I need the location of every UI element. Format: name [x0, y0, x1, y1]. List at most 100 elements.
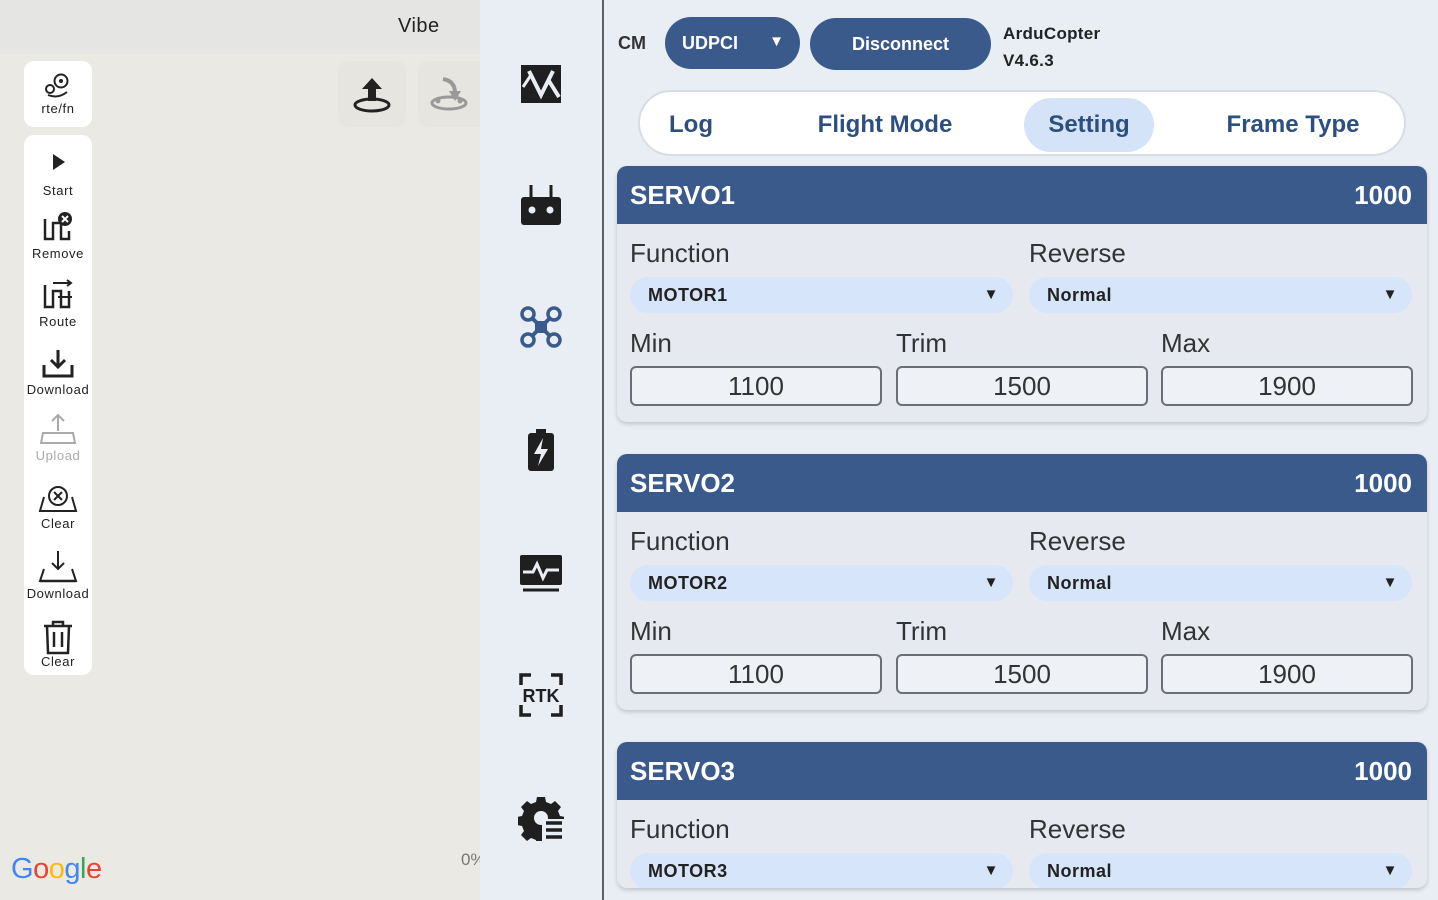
map-top-bar: Vibe	[0, 0, 480, 54]
max-input[interactable]: 1900	[1161, 366, 1413, 406]
min-label: Min	[630, 328, 672, 358]
reverse-value: Normal	[1047, 860, 1113, 881]
download-button[interactable]: Download	[24, 347, 92, 397]
map-view[interactable]: Vibe rte/fn Start Remove Route Download …	[0, 0, 486, 900]
rte-fn-button[interactable]: rte/fn	[24, 61, 92, 127]
servo-name: SERVO2	[630, 467, 736, 498]
dropdown-arrow-icon: ▼	[1382, 286, 1398, 303]
dropdown-arrow-icon: ▼	[1382, 862, 1398, 879]
upload-mission-icon	[353, 78, 391, 113]
drone-icon	[520, 306, 562, 348]
rail-settings-button[interactable]	[518, 795, 564, 841]
remote-controller-icon	[521, 185, 561, 225]
rail-monitor-button[interactable]	[518, 549, 564, 595]
function-label: Function	[630, 526, 730, 556]
servo-card: SERVO2 1000 Function Reverse MOTOR2 ▼ No…	[617, 454, 1427, 710]
upload-button[interactable]: Upload	[24, 413, 92, 463]
servo-output-value: 1000	[1354, 179, 1412, 210]
connection-type-select[interactable]: UDPCI ▼	[665, 17, 800, 69]
max-label: Max	[1161, 328, 1211, 358]
tab-frame-type[interactable]: Frame Type	[1218, 98, 1368, 152]
function-label: Function	[630, 238, 730, 268]
start-button[interactable]: Start	[24, 149, 92, 198]
google-logo: Google	[11, 853, 102, 886]
tool-label: Remove	[31, 246, 84, 261]
min-input[interactable]: 1100	[630, 366, 882, 406]
reverse-label: Reverse	[1029, 238, 1126, 268]
clear-all-button[interactable]: Clear	[24, 619, 92, 669]
rail-battery-button[interactable]	[518, 427, 564, 473]
max-input[interactable]: 1900	[1161, 654, 1413, 694]
reverse-select[interactable]: Normal ▼	[1029, 853, 1412, 888]
function-select[interactable]: MOTOR3 ▼	[630, 853, 1013, 888]
download-icon	[42, 350, 74, 378]
rail-drone-button[interactable]	[518, 304, 564, 350]
download-tray-icon	[38, 551, 78, 583]
route-remove-icon	[43, 212, 72, 241]
reverse-label: Reverse	[1029, 814, 1126, 844]
dropdown-arrow-icon: ▼	[769, 33, 784, 50]
dropdown-arrow-icon: ▼	[1382, 574, 1398, 591]
min-label: Min	[630, 616, 672, 646]
landing-button[interactable]	[418, 61, 480, 127]
monitor-icon	[520, 555, 562, 592]
side-icon-rail: RTK	[480, 0, 602, 900]
google-logo-letter: g	[64, 853, 80, 885]
servo-output-value: 1000	[1354, 755, 1412, 786]
servo-header: SERVO3 1000	[617, 742, 1427, 800]
trash-icon	[44, 620, 72, 655]
reverse-label: Reverse	[1029, 526, 1126, 556]
min-input[interactable]: 1100	[630, 654, 882, 694]
servo-card: SERVO1 1000 Function Reverse MOTOR1 ▼ No…	[617, 166, 1427, 422]
dropdown-arrow-icon: ▼	[983, 574, 999, 591]
settings-tabs: Log Flight Mode Setting Frame Type	[638, 90, 1406, 156]
rtk-text: RTK	[523, 686, 560, 706]
tool-label: Clear	[40, 516, 76, 531]
reverse-select[interactable]: Normal ▼	[1029, 277, 1412, 313]
battery-icon	[528, 429, 554, 471]
upload-icon	[39, 413, 77, 444]
settings-icon	[518, 797, 564, 841]
google-logo-letter: G	[11, 853, 34, 885]
rail-remote-button[interactable]	[518, 182, 564, 228]
connection-prefix: CM	[618, 33, 646, 53]
route-pin-icon	[45, 73, 69, 98]
rtk-icon: RTK	[519, 673, 563, 717]
rail-map-button[interactable]	[518, 60, 564, 106]
tab-flight-mode[interactable]: Flight Mode	[800, 98, 970, 152]
rail-rtk-button[interactable]: RTK	[518, 672, 564, 718]
clear-zone-icon	[38, 486, 78, 512]
function-value: MOTOR1	[648, 284, 728, 305]
route-button[interactable]: Route	[24, 279, 92, 329]
clear-zone-button[interactable]: Clear	[24, 483, 92, 531]
google-logo-letter: o	[33, 853, 49, 885]
trim-input[interactable]: 1500	[896, 366, 1148, 406]
firmware-version: V4.6.3	[1003, 51, 1054, 70]
tab-setting[interactable]: Setting	[1024, 98, 1154, 152]
trim-input[interactable]: 1500	[896, 654, 1148, 694]
rte-fn-label: rte/fn	[41, 101, 75, 116]
servo-card: SERVO3 1000 Function Reverse MOTOR3 ▼ No…	[617, 742, 1427, 888]
function-select[interactable]: MOTOR1 ▼	[630, 277, 1013, 313]
tool-label: Start	[42, 183, 74, 198]
disconnect-button[interactable]: Disconnect	[810, 18, 991, 70]
tool-label: Download	[26, 586, 90, 601]
tool-label: Route	[39, 314, 77, 329]
servo-name: SERVO3	[630, 755, 736, 786]
connection-type-value: UDPCI	[682, 32, 739, 53]
google-logo-letter: e	[85, 853, 102, 885]
servo-output-value: 1000	[1354, 467, 1412, 498]
firmware-name: ArduCopter	[1003, 24, 1101, 43]
tab-log[interactable]: Log	[646, 98, 736, 152]
reverse-select[interactable]: Normal ▼	[1029, 565, 1412, 601]
function-select[interactable]: MOTOR2 ▼	[630, 565, 1013, 601]
vibe-title: Vibe	[398, 15, 440, 37]
google-logo-letter: o	[48, 853, 65, 885]
remove-button[interactable]: Remove	[24, 211, 92, 261]
trim-label: Trim	[896, 616, 948, 646]
upload-mission-button[interactable]	[338, 61, 406, 127]
function-value: MOTOR2	[648, 572, 728, 593]
servo-header: SERVO1 1000	[617, 166, 1427, 224]
servo-header: SERVO2 1000	[617, 454, 1427, 512]
download-tray-button[interactable]: Download	[24, 549, 92, 601]
